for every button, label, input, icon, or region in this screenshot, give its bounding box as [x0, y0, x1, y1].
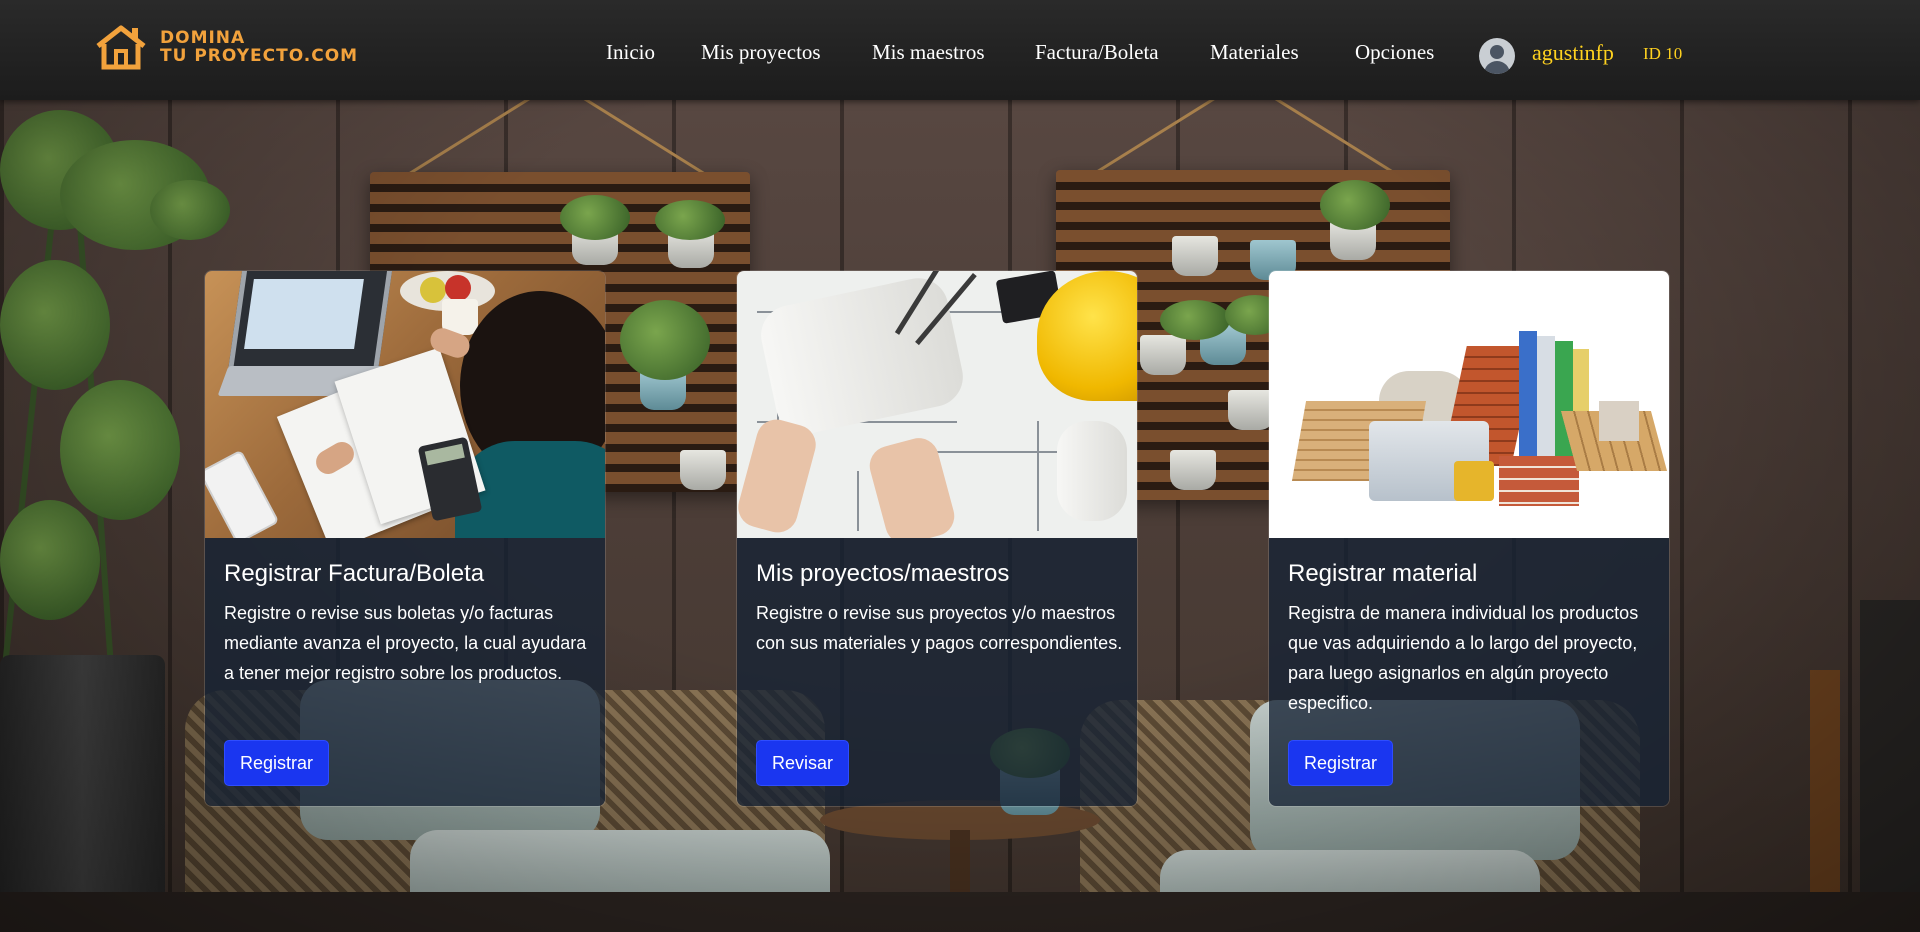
card-body: Registrar material Registra de manera in…	[1269, 538, 1669, 806]
card-registrar-factura: Registrar Factura/Boleta Registre o revi…	[204, 270, 606, 807]
panels	[1537, 336, 1555, 461]
brand-name-line1: DOMINA	[160, 28, 246, 48]
user-id: ID 10	[1643, 44, 1683, 63]
invoice-desk-photo	[205, 271, 605, 538]
username[interactable]: agustinfp	[1532, 40, 1614, 66]
nav-mis-maestros[interactable]: Mis maestros	[872, 40, 985, 65]
construction-materials-photo	[1269, 271, 1669, 538]
brand-name-line2: TU PROYECTO.COM	[160, 46, 359, 66]
hand	[865, 433, 959, 538]
card-title: Registrar material	[1288, 560, 1478, 587]
panels	[1519, 331, 1537, 461]
nav-opciones[interactable]: Opciones	[1355, 40, 1434, 65]
revisar-proyectos-button[interactable]: Revisar	[756, 740, 850, 786]
card-title: Registrar Factura/Boleta	[224, 560, 485, 587]
card-registrar-material: Registrar material Registra de manera in…	[1268, 270, 1670, 807]
apple	[420, 277, 446, 303]
laptop	[227, 271, 393, 371]
tiles-stack	[1599, 401, 1639, 441]
registrar-material-button[interactable]: Registrar	[1288, 740, 1394, 786]
nav-factura-boleta[interactable]: Factura/Boleta	[1035, 40, 1159, 65]
blueprint-roll	[755, 272, 969, 440]
card-mis-proyectos-maestros: Mis proyectos/maestros Registre o revise…	[736, 270, 1138, 807]
laptop-screen	[244, 279, 364, 349]
card-text: Registra de manera individual los produc…	[1288, 603, 1639, 713]
avatar-head	[1490, 45, 1504, 59]
card-text: Registre o revise sus boletas y/o factur…	[224, 603, 587, 683]
registrar-factura-button[interactable]: Registrar	[224, 740, 330, 786]
house-icon	[96, 25, 146, 70]
calculator-screen	[424, 443, 465, 466]
blueprints-helmet-photo	[737, 271, 1137, 538]
card-text: Registre o revise sus proyectos y/o maes…	[756, 603, 1123, 653]
avatar-body	[1484, 61, 1510, 74]
paint-cans	[1454, 461, 1494, 501]
blueprint-line	[857, 471, 859, 531]
brand-logo[interactable]: DOMINA TU PROYECTO.COM	[94, 24, 358, 70]
nav-mis-proyectos[interactable]: Mis proyectos	[701, 40, 821, 65]
apple	[445, 275, 471, 301]
nav-materiales[interactable]: Materiales	[1210, 40, 1299, 65]
hand	[737, 415, 821, 537]
phone	[205, 449, 280, 538]
user-avatar-icon[interactable]	[1479, 38, 1515, 74]
blueprint-roll	[1057, 421, 1127, 521]
nav-inicio[interactable]: Inicio	[606, 40, 655, 65]
card-body: Registrar Factura/Boleta Registre o revi…	[205, 538, 605, 806]
blueprint-line	[1037, 421, 1039, 531]
card-title: Mis proyectos/maestros	[756, 560, 1010, 587]
card-body: Mis proyectos/maestros Registre o revise…	[737, 538, 1137, 806]
bricks	[1499, 456, 1579, 506]
top-navbar: DOMINA TU PROYECTO.COM Inicio Mis proyec…	[0, 0, 1920, 100]
